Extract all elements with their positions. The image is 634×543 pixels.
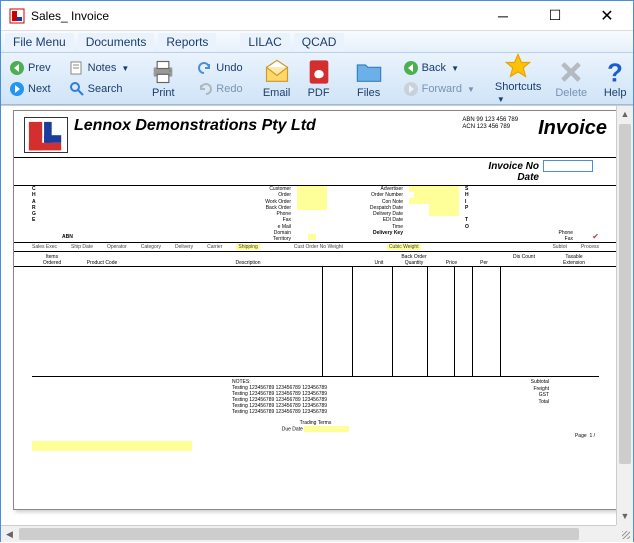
window-title: Sales_ Invoice — [31, 9, 485, 23]
menu-file[interactable]: File Menu — [5, 33, 74, 51]
next-icon — [9, 81, 25, 97]
chevron-down-icon: ▼ — [497, 95, 505, 104]
invoice-title: Invoice — [538, 117, 607, 140]
app-icon — [9, 8, 25, 24]
scroll-up-icon[interactable]: ▲ — [617, 106, 633, 123]
notes-button[interactable]: Notes▼ — [65, 58, 134, 78]
search-icon — [69, 81, 85, 97]
highlight-bar — [32, 441, 192, 451]
help-button[interactable]: ? Help — [595, 56, 634, 101]
vertical-scrollbar[interactable]: ▲ ▼ — [616, 106, 633, 525]
svg-text:?: ? — [607, 59, 623, 86]
forward-icon — [403, 81, 419, 97]
chevron-down-icon: ▼ — [467, 85, 475, 94]
email-icon — [263, 58, 291, 86]
company-logo — [24, 117, 68, 153]
notes-icon — [69, 60, 85, 76]
invoice-no-label: Invoice No — [488, 161, 539, 172]
scroll-left-icon[interactable]: ◀ — [1, 526, 18, 542]
menu-documents[interactable]: Documents — [78, 33, 155, 51]
company-name: Lennox Demonstrations Pty Ltd — [74, 117, 462, 135]
window-controls: ─ ☐ ✕ — [485, 4, 625, 28]
invoice-no-field — [543, 160, 593, 172]
maximize-button[interactable]: ☐ — [537, 4, 573, 28]
page-indicator: Page 1 / — [14, 433, 617, 439]
print-icon — [149, 58, 177, 86]
minimize-button[interactable]: ─ — [485, 4, 521, 28]
back-button[interactable]: Back▼ — [399, 58, 479, 78]
chevron-down-icon: ▼ — [121, 64, 129, 73]
shortcuts-button[interactable]: Shortcuts ▼ — [489, 50, 547, 107]
prev-icon — [9, 60, 25, 76]
document-viewport: Lennox Demonstrations Pty Ltd ABN 99 123… — [1, 105, 633, 525]
horizontal-scrollbar[interactable]: ◀ ▶ — [1, 525, 633, 542]
charge-label: CHARGE ABN — [32, 186, 73, 242]
invoice-meta: Invoice No Date — [14, 158, 617, 185]
close-button[interactable]: ✕ — [589, 4, 625, 28]
pdf-button[interactable]: PDF — [299, 56, 339, 101]
undo-button[interactable]: Undo — [193, 58, 246, 78]
invoice-fields: CHARGE ABN CustomerOrderWork OrderBack O… — [14, 185, 617, 242]
chevron-down-icon: ▼ — [451, 64, 459, 73]
ship-fields: Phone Fax — [483, 186, 573, 242]
invoice-page: Lennox Demonstrations Pty Ltd ABN 99 123… — [13, 110, 618, 510]
resize-grip[interactable] — [616, 525, 633, 542]
email-button[interactable]: Email — [257, 56, 297, 101]
line-items-body — [32, 267, 599, 377]
back-icon — [403, 60, 419, 76]
pdf-icon — [305, 58, 333, 86]
help-icon: ? — [601, 58, 629, 86]
trading-terms: Trading Terms Due Date — [14, 417, 617, 432]
files-button[interactable]: Files — [349, 56, 389, 101]
toolbar: Prev Next Notes▼ Search Print Undo Redo — [1, 53, 633, 105]
redo-button[interactable]: Redo — [193, 79, 246, 99]
forward-button[interactable]: Forward▼ — [399, 79, 479, 99]
invoice-date-label: Date — [517, 172, 539, 183]
customer-fields: CustomerOrderWork OrderBack OrderPhoneFa… — [79, 186, 291, 242]
scroll-thumb[interactable] — [619, 124, 631, 464]
menu-qcad[interactable]: QCAD — [294, 33, 345, 51]
order-fields: AdvertiserOrder NumberCon NoteDespatch D… — [333, 186, 403, 242]
scroll-down-icon[interactable]: ▼ — [617, 508, 633, 525]
menu-lilac[interactable]: LILAC — [240, 33, 289, 51]
notes-block: NOTES: Testing 123456789 123456789 12345… — [232, 379, 429, 415]
redo-icon — [197, 81, 213, 97]
invoice-footer: NOTES: Testing 123456789 123456789 12345… — [14, 377, 617, 417]
next-button[interactable]: Next — [5, 79, 55, 99]
scroll-thumb[interactable] — [19, 528, 579, 540]
totals-block: Subtotal Freight GST Total — [429, 379, 549, 415]
invoice-header: Lennox Demonstrations Pty Ltd ABN 99 123… — [14, 111, 617, 158]
menu-reports[interactable]: Reports — [158, 33, 216, 51]
ship-label: SHIP TO — [465, 186, 477, 242]
print-button[interactable]: Print — [143, 56, 183, 101]
summary-row: Sales ExecShip DateOperatorCategoryDeliv… — [14, 242, 617, 252]
delete-button[interactable]: Delete — [549, 56, 593, 101]
abn-block: ABN 99 123 456 789 ACN 123 456 789 — [462, 117, 518, 131]
line-items-header: ItemsOrdered Product Code Description Un… — [14, 252, 617, 267]
delete-icon — [557, 58, 585, 86]
folder-icon — [355, 58, 383, 86]
search-button[interactable]: Search — [65, 79, 134, 99]
prev-button[interactable]: Prev — [5, 58, 55, 78]
titlebar: Sales_ Invoice ─ ☐ ✕ — [1, 1, 633, 31]
star-icon — [504, 52, 532, 80]
undo-icon — [197, 60, 213, 76]
